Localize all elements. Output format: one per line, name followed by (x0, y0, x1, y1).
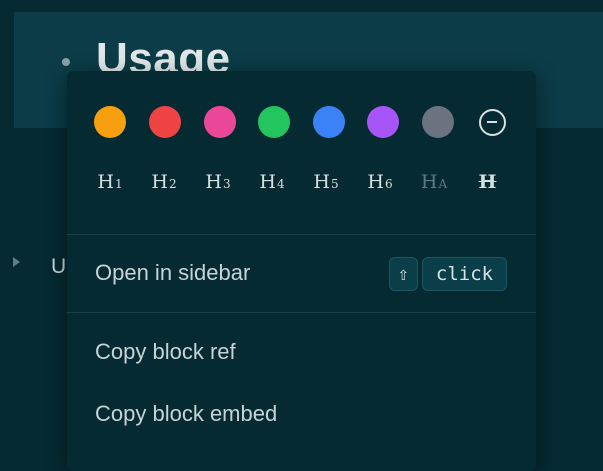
heading-2-button[interactable]: H2 (147, 171, 181, 197)
remove-heading-button[interactable]: H (471, 171, 505, 197)
color-swatch-purple[interactable] (367, 106, 399, 138)
menu-divider (67, 234, 536, 235)
minus-circle-icon (478, 108, 506, 136)
block-context-menu: H1 H2 H3 H4 H5 H6 HA H Open in sidebar ⇧… (67, 71, 536, 471)
heading-1-button[interactable]: H1 (93, 171, 127, 197)
shift-key-icon: ⇧ (389, 257, 418, 291)
block-text-partial: U (51, 255, 67, 278)
color-swatch-green[interactable] (258, 106, 290, 138)
color-swatch-yellow[interactable] (94, 106, 126, 138)
copy-block-embed-item[interactable]: Copy block embed (95, 401, 277, 427)
menu-divider (67, 312, 536, 313)
open-in-sidebar-item[interactable]: Open in sidebar (95, 260, 250, 286)
heading-5-button[interactable]: H5 (309, 171, 343, 197)
copy-block-ref-item[interactable]: Copy block ref (95, 339, 236, 365)
heading-4-button[interactable]: H4 (255, 171, 289, 197)
heading-6-button[interactable]: H6 (363, 171, 397, 197)
collapse-arrow-icon[interactable] (13, 257, 20, 267)
heading-auto-button[interactable]: HA (417, 171, 451, 197)
color-swatch-red[interactable] (149, 106, 181, 138)
heading-3-button[interactable]: H3 (201, 171, 235, 197)
clear-color-button[interactable] (476, 106, 508, 138)
color-swatch-gray[interactable] (422, 106, 454, 138)
click-key-badge: click (422, 257, 507, 291)
color-swatch-pink[interactable] (204, 106, 236, 138)
color-swatch-blue[interactable] (313, 106, 345, 138)
block-bullet[interactable] (62, 58, 70, 66)
